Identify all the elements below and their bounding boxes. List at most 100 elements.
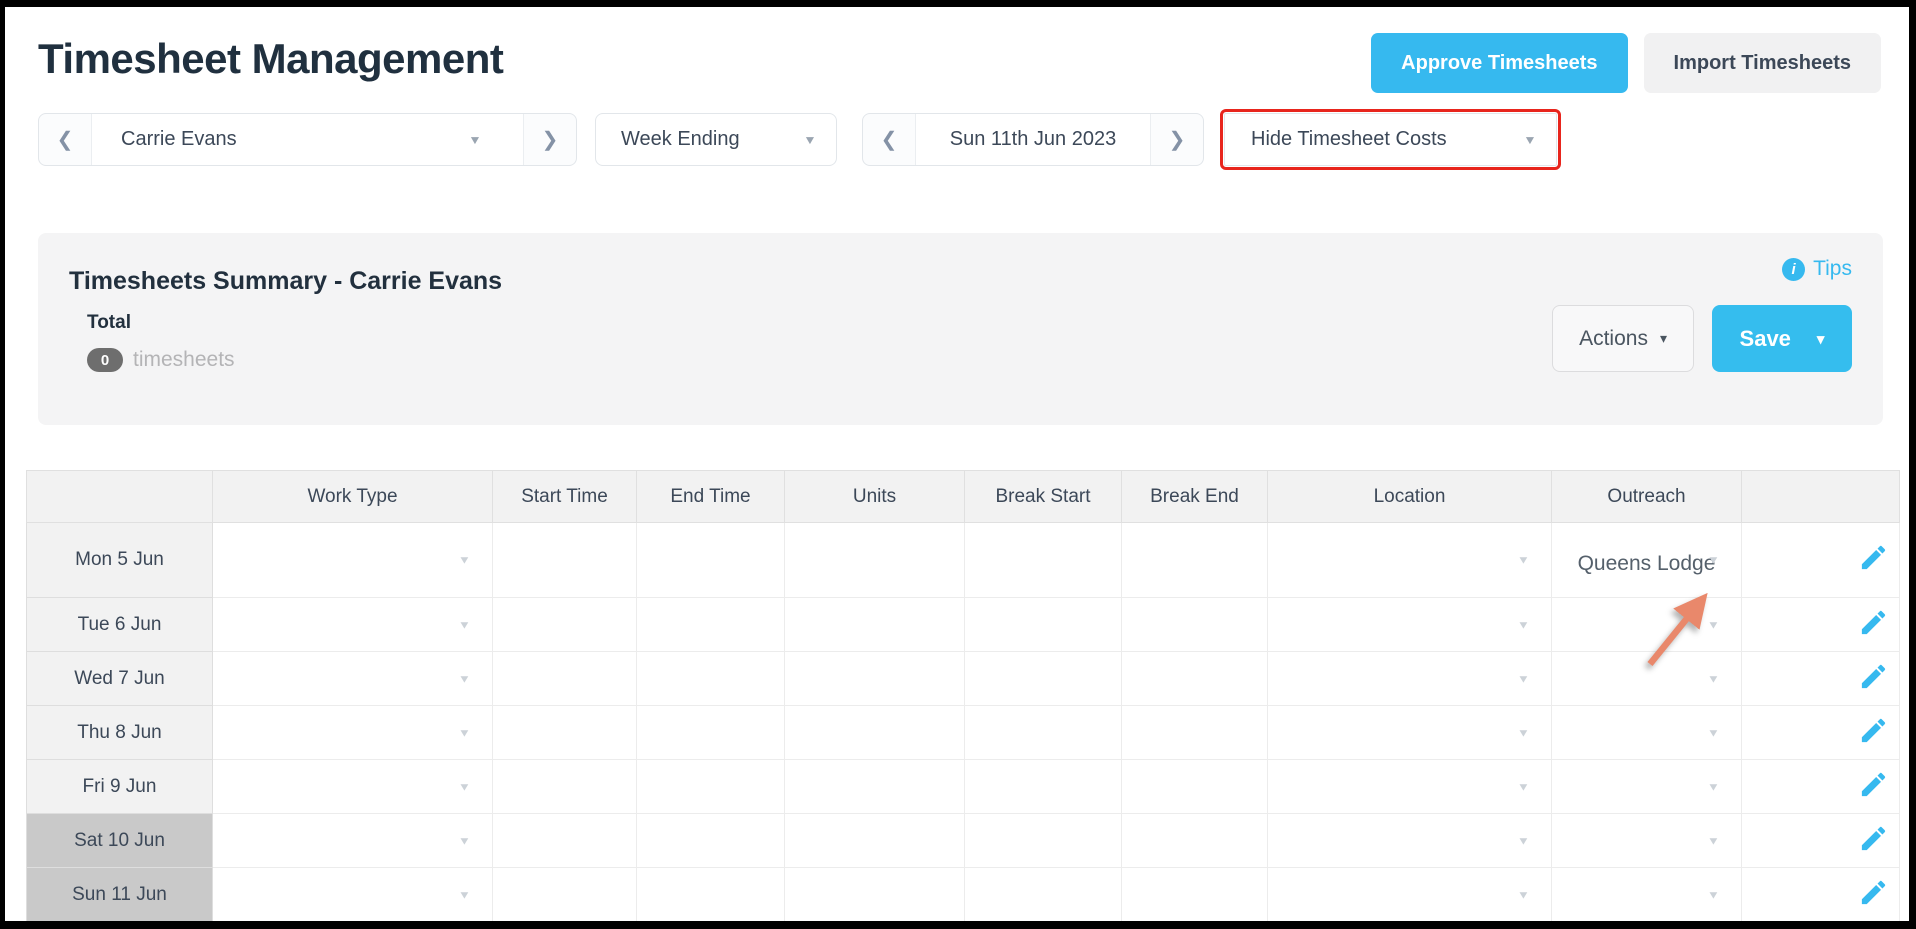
edit-pencil-icon[interactable] [1858,607,1889,638]
edit-cell [1742,598,1900,652]
end-time-cell[interactable] [637,523,785,598]
edit-pencil-icon[interactable] [1858,877,1889,908]
edit-pencil-icon[interactable] [1858,542,1889,573]
break-end-cell[interactable] [1122,760,1268,814]
units-cell[interactable] [785,760,965,814]
work-type-select[interactable]: ▼ [213,868,493,922]
work-type-select[interactable]: ▼ [213,814,493,868]
work-type-select[interactable]: ▼ [213,760,493,814]
approve-timesheets-button[interactable]: Approve Timesheets [1371,33,1627,93]
actions-button[interactable]: Actions ▾ [1552,305,1694,372]
chevron-down-icon: ▼ [458,619,471,631]
chevron-down-icon: ▼ [1517,555,1530,567]
location-select[interactable]: ▼ [1268,598,1552,652]
start-time-cell[interactable] [493,868,637,922]
end-time-cell[interactable] [637,706,785,760]
outreach-select[interactable]: Queens Lodge ▼ [1552,523,1742,598]
break-start-cell[interactable] [965,868,1122,922]
outreach-select[interactable]: ▼ [1552,598,1742,652]
start-time-cell[interactable] [493,652,637,706]
start-time-cell[interactable] [493,760,637,814]
location-select[interactable]: ▼ [1268,706,1552,760]
chevron-down-icon: ▼ [1517,727,1530,739]
timesheet-costs-dropdown[interactable]: Hide Timesheet Costs ▼ [1224,113,1557,166]
outreach-select[interactable]: ▼ [1552,760,1742,814]
week-ending-dropdown[interactable]: Week Ending ▼ [595,113,837,166]
location-select[interactable]: ▼ [1268,523,1552,598]
edit-pencil-icon[interactable] [1858,823,1889,854]
chevron-down-icon: ▼ [1707,727,1720,739]
work-type-select[interactable]: ▼ [213,652,493,706]
end-time-cell[interactable] [637,868,785,922]
start-time-cell[interactable] [493,598,637,652]
employee-dropdown[interactable]: Carrie Evans ▼ [91,114,524,165]
chevron-right-icon: ❯ [542,127,559,152]
outreach-select[interactable]: ▼ [1552,868,1742,922]
outreach-select[interactable]: ▼ [1552,814,1742,868]
end-time-cell[interactable] [637,760,785,814]
location-select[interactable]: ▼ [1268,868,1552,922]
end-time-cell[interactable] [637,652,785,706]
chevron-down-icon: ▼ [458,835,471,847]
units-cell[interactable] [785,706,965,760]
chevron-left-icon: ❮ [57,127,74,152]
units-cell[interactable] [785,523,965,598]
header-break-start: Break Start [965,471,1122,523]
employee-value: Carrie Evans [121,128,237,151]
units-cell[interactable] [785,868,965,922]
timesheet-table-body: Mon 5 Jun ▼ ▼ Queens Lodge ▼ Tue 6 Jun ▼ [27,523,1900,922]
start-time-cell[interactable] [493,814,637,868]
units-cell[interactable] [785,598,965,652]
work-type-select[interactable]: ▼ [213,598,493,652]
header-day [27,471,213,523]
location-select[interactable]: ▼ [1268,814,1552,868]
units-cell[interactable] [785,652,965,706]
work-type-select[interactable]: ▼ [213,706,493,760]
break-start-cell[interactable] [965,814,1122,868]
break-start-cell[interactable] [965,598,1122,652]
outreach-select[interactable]: ▼ [1552,652,1742,706]
day-label: Tue 6 Jun [27,598,213,652]
edit-pencil-icon[interactable] [1858,715,1889,746]
tips-link[interactable]: i Tips [1782,257,1852,281]
chevron-right-icon: ❯ [1169,127,1186,152]
location-select[interactable]: ▼ [1268,760,1552,814]
break-end-cell[interactable] [1122,868,1268,922]
break-end-cell[interactable] [1122,598,1268,652]
break-end-cell[interactable] [1122,652,1268,706]
start-time-cell[interactable] [493,523,637,598]
chevron-down-icon: ▼ [1707,619,1720,631]
break-end-cell[interactable] [1122,814,1268,868]
end-time-cell[interactable] [637,814,785,868]
header-start-time: Start Time [493,471,637,523]
save-dropdown-caret-icon[interactable]: ▾ [1817,330,1825,348]
edit-pencil-icon[interactable] [1858,661,1889,692]
prev-week-button[interactable]: ❮ [863,114,915,165]
break-start-cell[interactable] [965,706,1122,760]
break-start-cell[interactable] [965,652,1122,706]
work-type-select[interactable]: ▼ [213,523,493,598]
next-week-button[interactable]: ❯ [1151,114,1203,165]
next-employee-button[interactable]: ❯ [524,114,576,165]
break-end-cell[interactable] [1122,523,1268,598]
table-row: Sat 10 Jun ▼ ▼ ▼ [27,814,1900,868]
chevron-down-icon: ▼ [803,133,817,147]
prev-employee-button[interactable]: ❮ [39,114,91,165]
edit-pencil-icon[interactable] [1858,769,1889,800]
location-select[interactable]: ▼ [1268,652,1552,706]
tips-label: Tips [1813,257,1852,281]
break-end-cell[interactable] [1122,706,1268,760]
table-row: Sun 11 Jun ▼ ▼ ▼ [27,868,1900,922]
end-time-cell[interactable] [637,598,785,652]
week-date-field[interactable]: Sun 11th Jun 2023 [915,114,1151,165]
units-cell[interactable] [785,814,965,868]
start-time-cell[interactable] [493,706,637,760]
break-start-cell[interactable] [965,760,1122,814]
summary-panel: Timesheets Summary - Carrie Evans Total … [38,233,1883,425]
save-button[interactable]: Save ▾ [1712,305,1852,372]
chevron-down-icon: ▾ [1660,330,1667,347]
import-timesheets-button[interactable]: Import Timesheets [1644,33,1881,93]
break-start-cell[interactable] [965,523,1122,598]
chevron-down-icon: ▼ [1707,835,1720,847]
outreach-select[interactable]: ▼ [1552,706,1742,760]
